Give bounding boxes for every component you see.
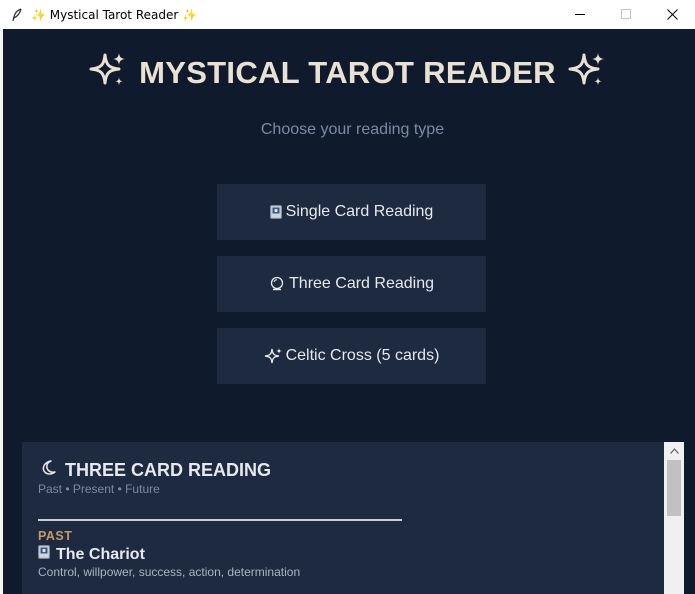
window-controls <box>557 0 695 29</box>
window-title: ✨ Mystical Tarot Reader ✨ <box>31 7 198 22</box>
scrollbar-thumb[interactable] <box>667 460 681 516</box>
vertical-scrollbar[interactable] <box>664 442 684 594</box>
single-card-reading-label: Single Card Reading <box>285 203 434 220</box>
scroll-up-arrow-icon[interactable] <box>664 442 684 459</box>
three-card-reading-label: Three Card Reading <box>289 275 434 292</box>
minimize-button[interactable] <box>557 0 603 29</box>
crystal-ball-icon <box>269 276 285 292</box>
sparkles-icon <box>89 51 127 94</box>
single-card-reading-button[interactable]: Single Card Reading <box>217 184 486 240</box>
three-card-reading-button[interactable]: Three Card Reading <box>217 256 486 312</box>
card-keywords: Control, willpower, success, action, det… <box>38 565 301 579</box>
window-titlebar[interactable]: ✨ Mystical Tarot Reader ✨ <box>0 0 695 29</box>
card-name: The Chariot <box>56 545 145 563</box>
maximize-button[interactable] <box>603 0 649 29</box>
window-left-edge <box>0 29 3 594</box>
feather-icon <box>9 7 25 23</box>
sparkles-icon <box>264 347 282 365</box>
card-title-row: The Chariot <box>38 545 145 564</box>
reading-result-subtitle: Past • Present • Future <box>38 482 160 496</box>
reading-result-title: THREE CARD READING <box>65 460 272 480</box>
reading-result-panel: THREE CARD READING Past • Present • Futu… <box>22 442 664 594</box>
app-content: MYSTICAL TAROT READER Choose your readin… <box>0 29 695 594</box>
card-position-label: PAST <box>38 529 73 543</box>
reading-result-header: THREE CARD READING <box>38 459 271 482</box>
crescent-moon-icon <box>38 459 58 482</box>
close-button[interactable] <box>649 0 695 29</box>
celtic-cross-button[interactable]: Celtic Cross (5 cards) <box>217 328 486 384</box>
card-icon <box>38 545 50 564</box>
reading-type-prompt: Choose your reading type <box>260 121 445 138</box>
card-icon <box>269 205 282 219</box>
page-title: MYSTICAL TAROT READER <box>139 54 556 90</box>
celtic-cross-label: Celtic Cross (5 cards) <box>285 347 440 364</box>
app-header: MYSTICAL TAROT READER <box>0 51 695 94</box>
section-divider <box>38 519 402 521</box>
sparkles-icon <box>568 51 606 94</box>
